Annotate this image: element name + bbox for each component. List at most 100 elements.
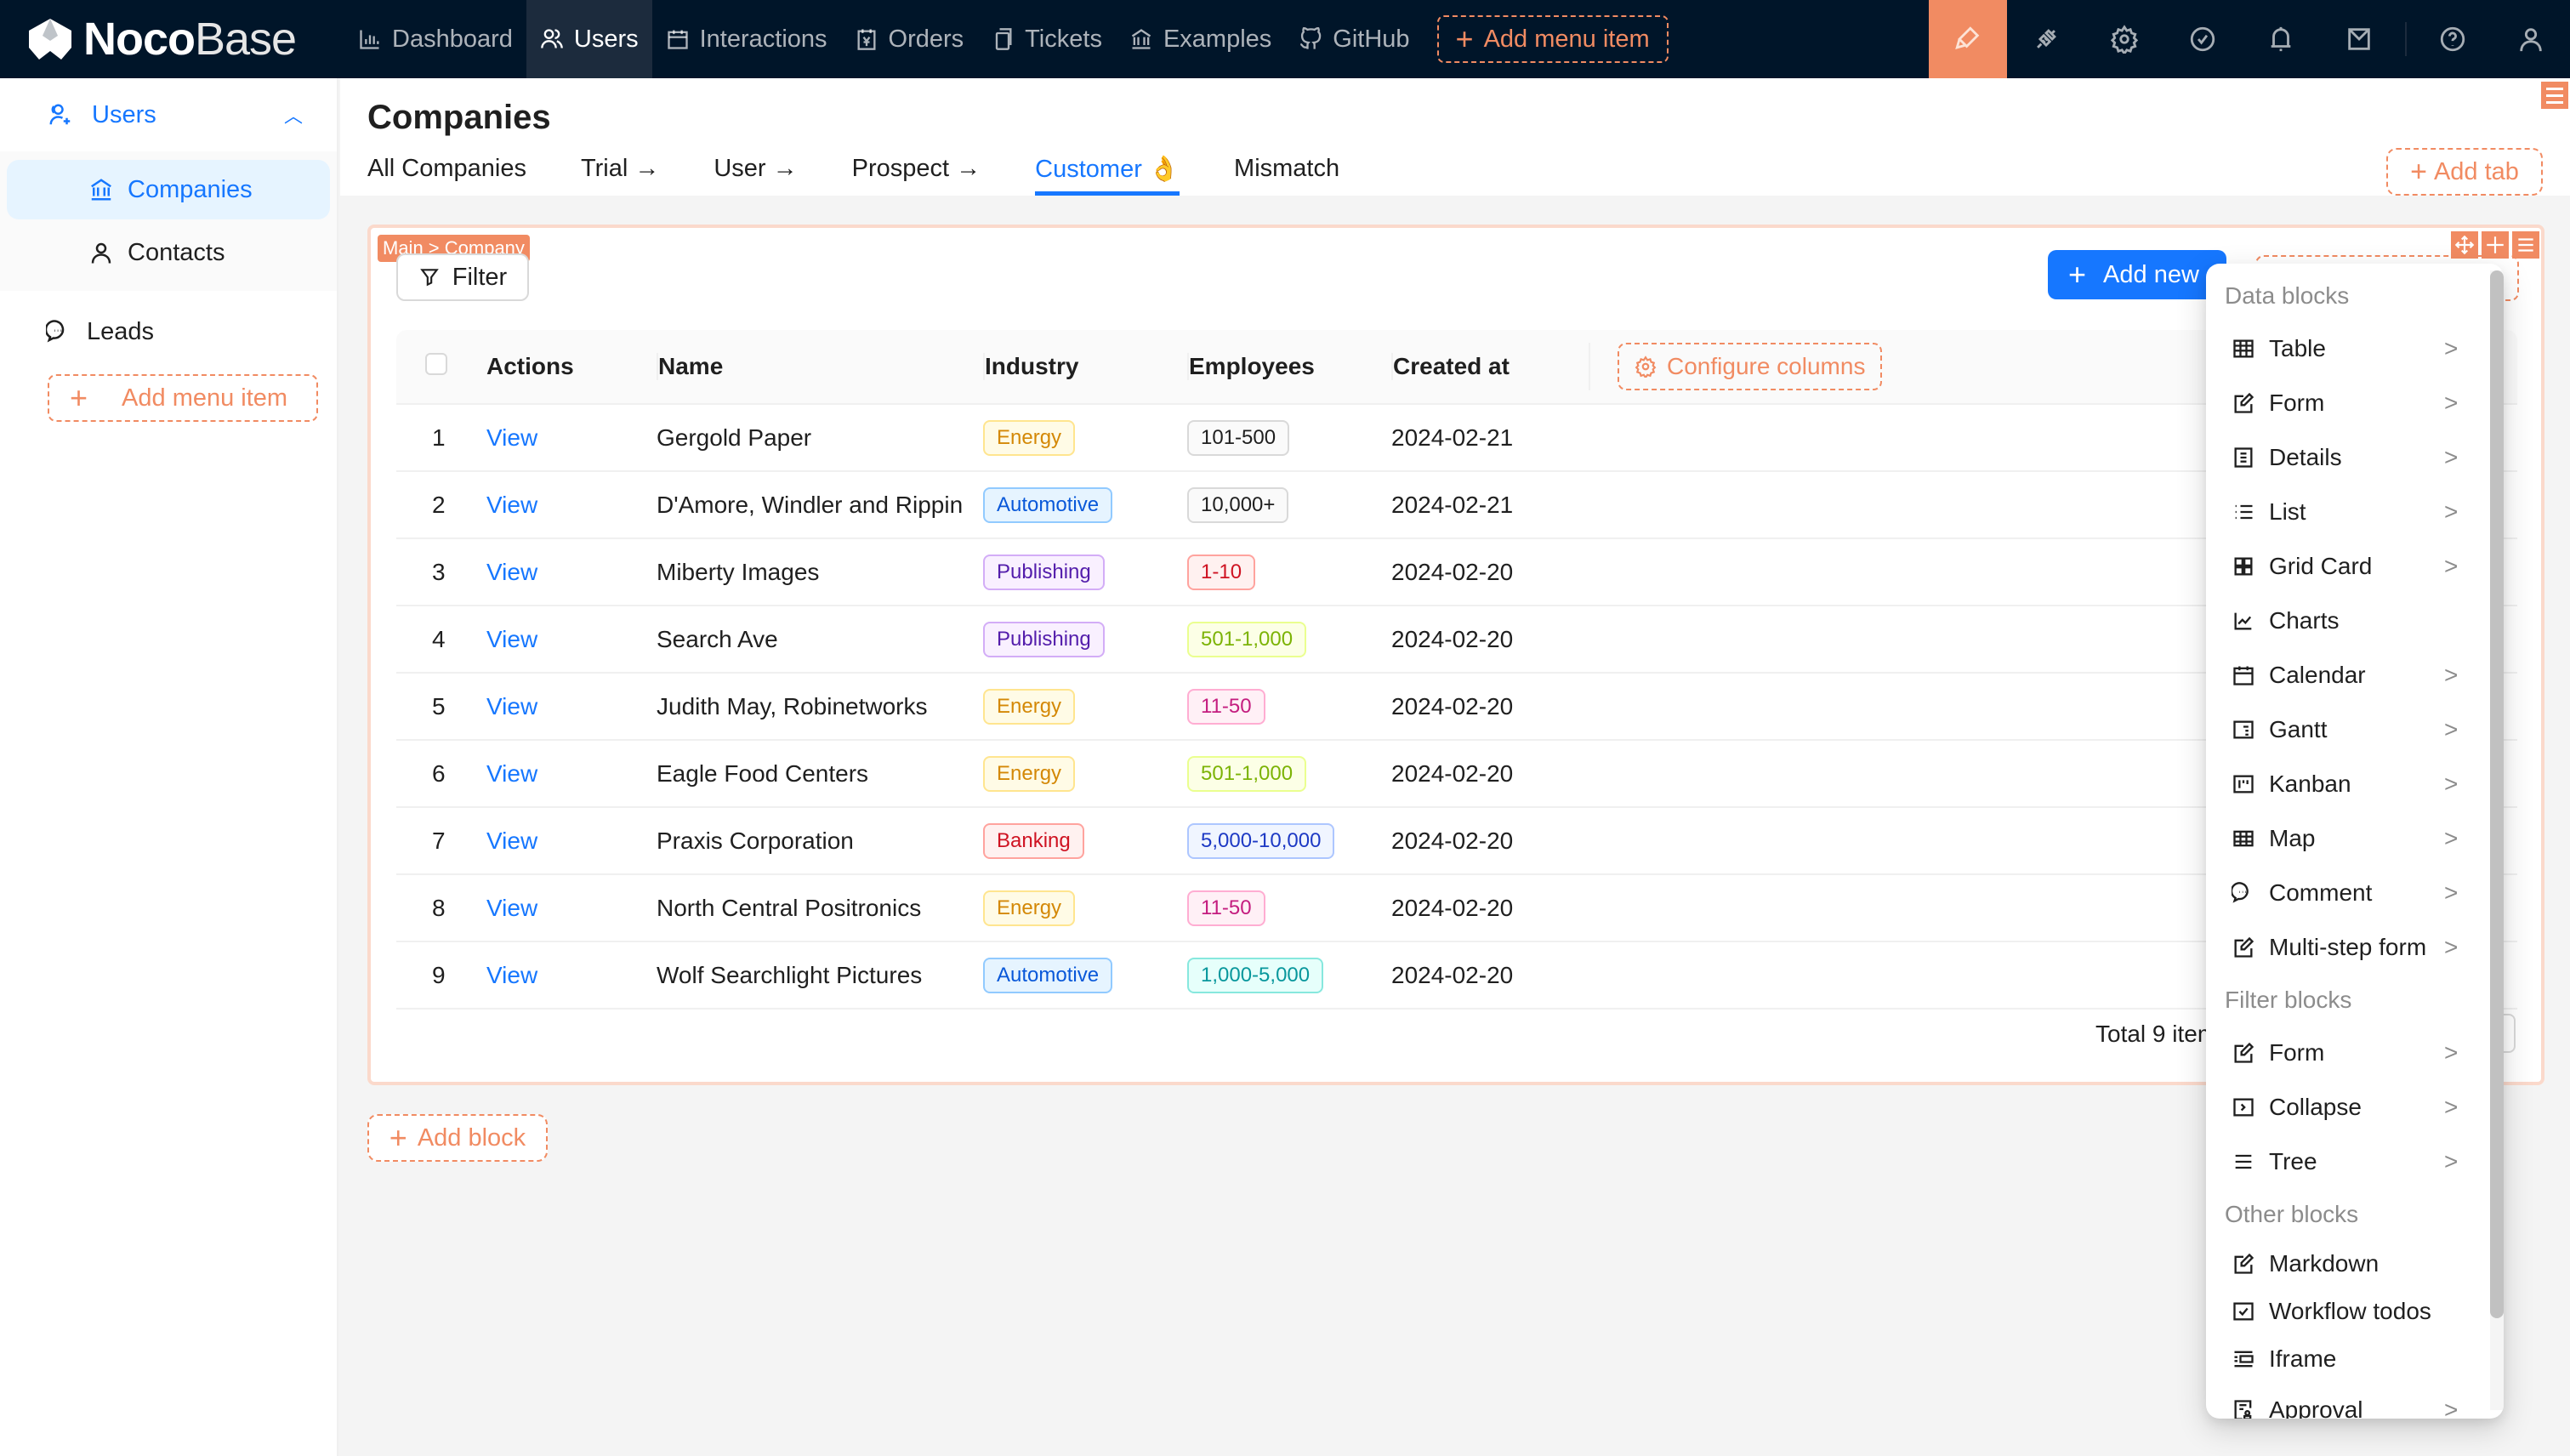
table-row[interactable]: 1 View Gergold Paper Energy 101-500 2024-02-2… (396, 405, 2517, 472)
chevron-right-icon: > (2444, 444, 2459, 470)
tab-user[interactable]: User → (714, 155, 797, 196)
nav-item-examples[interactable]: Examples (1116, 0, 1285, 78)
block-settings-button[interactable] (2512, 231, 2539, 259)
nav-item-orders[interactable]: Orders (841, 0, 978, 78)
dropdown-item-markdown[interactable]: Markdown (2206, 1240, 2504, 1288)
plus-icon: + (1455, 21, 1474, 56)
settings-button[interactable] (2085, 0, 2163, 78)
column-header-actions: Actions (486, 353, 574, 379)
dropdown-item-calendar[interactable]: Calendar > (2206, 648, 2504, 702)
name-cell: Miberty Images (657, 558, 820, 585)
industry-tag: Energy (983, 688, 1076, 725)
tab-mismatch[interactable]: Mismatch (1234, 155, 1339, 196)
column-header-employees[interactable]: Employees (1187, 353, 1391, 380)
view-link[interactable]: View (486, 626, 537, 652)
actions-cell: View (486, 424, 657, 452)
industry-tag: Energy (983, 890, 1076, 926)
add-tab-label: Add tab (2433, 157, 2519, 185)
view-link[interactable]: View (486, 962, 537, 988)
notifications-button[interactable] (2242, 0, 2320, 78)
add-menu-item-button[interactable]: + Add menu item (1436, 15, 1669, 63)
dropdown-item-list[interactable]: List > (2206, 485, 2504, 539)
table-row[interactable]: 9 View Wolf Searchlight Pictures Automotive… (396, 942, 2517, 1010)
view-link[interactable]: View (486, 828, 537, 854)
view-link[interactable]: View (486, 895, 537, 921)
view-link[interactable]: View (486, 424, 537, 451)
add-new-button[interactable]: + Add new (2048, 250, 2226, 299)
nav-label: GitHub (1333, 25, 1410, 53)
table-row[interactable]: 3 View Miberty Images Publishing 1-10 2024-02… (396, 539, 2517, 606)
nav-item-users[interactable]: Users (526, 0, 652, 78)
dropdown-item-approval[interactable]: Approval > (2206, 1383, 2504, 1419)
nav-item-tickets[interactable]: Tickets (977, 0, 1116, 78)
dropdown-item-label: Markdown (2269, 1250, 2380, 1277)
calendar-icon (2233, 666, 2254, 685)
view-link[interactable]: View (486, 492, 537, 518)
nav-item-dashboard[interactable]: Dashboard (344, 0, 526, 78)
table-body: 1 View Gergold Paper Energy 101-500 2024-02-2… (396, 405, 2517, 1010)
actions-cell: View (486, 693, 657, 720)
dropdown-item-tree[interactable]: Tree > (2206, 1135, 2504, 1189)
tab-customer[interactable]: Customer 👌 (1035, 155, 1180, 196)
sidebar-submenu: Companies Contacts (0, 151, 337, 291)
tab-prospect[interactable]: Prospect → (852, 155, 981, 196)
menu-icon-bar (2546, 94, 2563, 97)
column-header-name[interactable]: Name (657, 353, 983, 380)
employees-cell: 1,000-5,000 (1187, 957, 1391, 993)
configure-columns-button[interactable]: Configure columns (1618, 343, 1883, 390)
view-link[interactable]: View (486, 760, 537, 787)
filter-button[interactable]: Filter (396, 253, 529, 301)
view-link[interactable]: View (486, 693, 537, 719)
logo[interactable]: NocoBase (0, 0, 344, 78)
table-row[interactable]: 5 View Judith May, Robinetworks Energy 11-50… (396, 674, 2517, 741)
dropdown-item-collapse[interactable]: Collapse > (2206, 1080, 2504, 1135)
sidebar-item-contacts[interactable]: Contacts (7, 223, 330, 282)
column-header-industry[interactable]: Industry (983, 353, 1187, 380)
add-block-button[interactable]: + Add block (367, 1114, 548, 1162)
comment-icon (2232, 882, 2249, 903)
nav-item-interactions[interactable]: Interactions (652, 0, 841, 78)
sidebar-item-leads[interactable]: Leads (0, 298, 337, 366)
dropdown-item-workflow-todos[interactable]: Workflow todos (2206, 1288, 2504, 1335)
add-tab-button[interactable]: + Add tab (2386, 148, 2543, 196)
dropdown-item-charts[interactable]: Charts (2206, 594, 2504, 648)
sidebar-add-menu-item-button[interactable]: + Add menu item (48, 374, 318, 422)
tasks-button[interactable] (2163, 0, 2242, 78)
plugin-manager-button[interactable] (2007, 0, 2085, 78)
settings-icon (2110, 25, 2139, 54)
dropdown-item-iframe[interactable]: Iframe (2206, 1335, 2504, 1383)
nav-label: Tickets (1025, 25, 1102, 53)
dropdown-item-table[interactable]: Table > (2206, 321, 2504, 376)
table-row[interactable]: 7 View Praxis Corporation Banking 5,000-10,0… (396, 808, 2517, 875)
created-at-cell: 2024-02-20 (1391, 692, 1514, 719)
row-number: 6 (432, 759, 446, 787)
dropdown-item-form[interactable]: Form > (2206, 1026, 2504, 1080)
tab-trial[interactable]: Trial → (581, 155, 659, 196)
table-icon (2233, 339, 2254, 358)
dropdown-item-comment[interactable]: Comment > (2206, 866, 2504, 920)
nav-item-github[interactable]: GitHub (1285, 0, 1423, 78)
help-button[interactable] (2414, 0, 2492, 78)
dropdown-item-grid-card[interactable]: Grid Card > (2206, 539, 2504, 594)
table-row[interactable]: 2 View D'Amore, Windler and Rippin Automoti… (396, 472, 2517, 539)
sidebar-item-companies[interactable]: Companies (7, 160, 330, 219)
view-link[interactable]: View (486, 559, 537, 585)
mail-button[interactable] (2320, 0, 2398, 78)
table-row[interactable]: 4 View Search Ave Publishing 501-1,000 2024-0… (396, 606, 2517, 674)
page-settings-menu-button[interactable] (2541, 82, 2568, 109)
dropdown-item-details[interactable]: Details > (2206, 430, 2504, 485)
dropdown-item-kanban[interactable]: Kanban > (2206, 757, 2504, 811)
select-all-checkbox[interactable] (425, 352, 447, 375)
dropdown-item-multi-step-form[interactable]: Multi-step form > (2206, 920, 2504, 975)
dropdown-item-map[interactable]: Map > (2206, 811, 2504, 866)
user-menu-button[interactable] (2492, 0, 2570, 78)
ui-editor-button[interactable] (1929, 0, 2007, 78)
dropdown-item-form[interactable]: Form > (2206, 376, 2504, 430)
created-at-cell: 2024-02-20 (1391, 894, 1514, 921)
dropdown-item-gantt[interactable]: Gantt > (2206, 702, 2504, 757)
table-row[interactable]: 8 View North Central Positronics Energy 11-5… (396, 875, 2517, 942)
tab-all-companies[interactable]: All Companies (367, 155, 526, 196)
table-row[interactable]: 6 View Eagle Food Centers Energy 501-1,000 20… (396, 741, 2517, 808)
sidebar-group-users[interactable]: Users ︿ (0, 78, 337, 151)
column-header-created-at[interactable]: Created at (1391, 353, 1589, 380)
